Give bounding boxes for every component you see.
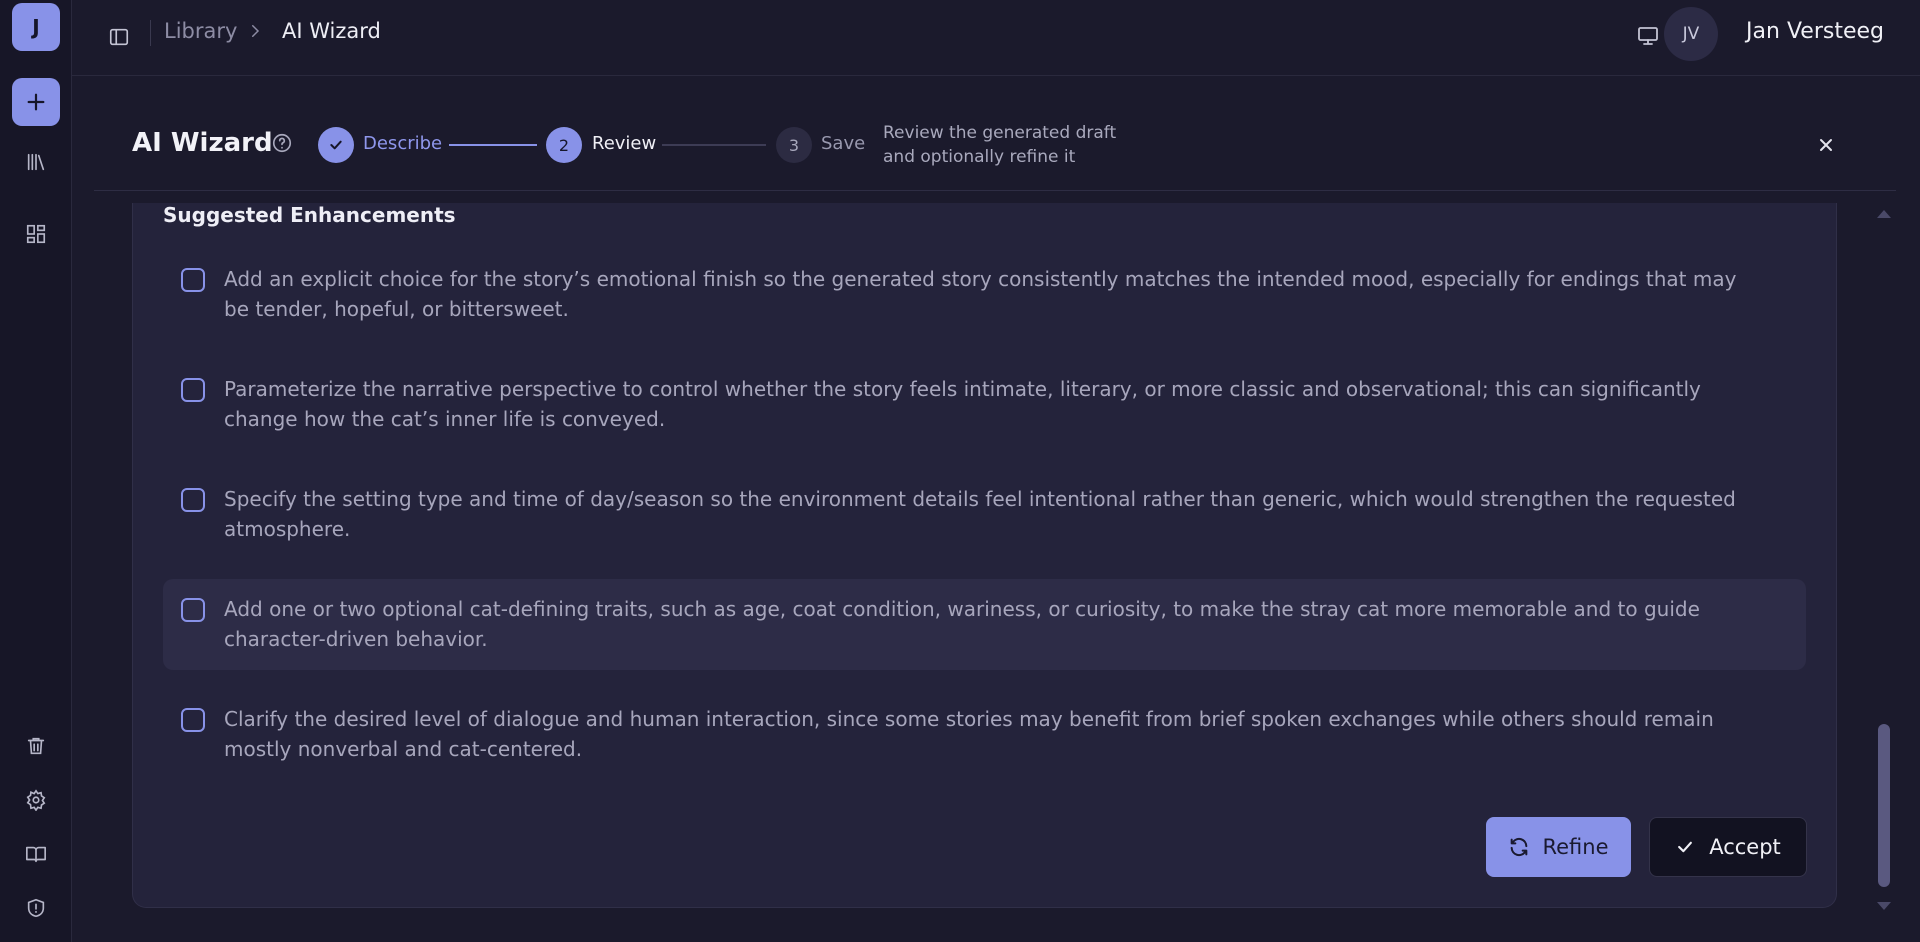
enhancement-checkbox[interactable]	[181, 598, 205, 622]
header-divider	[94, 190, 1896, 191]
step-review-indicator: 2	[546, 127, 582, 163]
scroll-down-arrow[interactable]	[1876, 900, 1892, 914]
enhancement-text: Specify the setting type and time of day…	[224, 487, 1736, 541]
wizard-title: AI Wizard	[132, 128, 273, 158]
display-mode-button[interactable]	[1630, 18, 1666, 54]
enhancement-text: Add an explicit choice for the story’s e…	[224, 267, 1737, 321]
section-title: Suggested Enhancements	[163, 203, 456, 227]
add-button[interactable]	[12, 78, 60, 126]
library-nav-button[interactable]	[18, 144, 54, 180]
gear-icon	[26, 789, 46, 811]
enhancement-text: Clarify the desired level of dialogue an…	[224, 707, 1714, 761]
wizard-header: AI Wizard Describe 2 Review 3 Save Revie…	[72, 76, 1920, 191]
trash-nav-button[interactable]	[18, 728, 54, 764]
enhancement-item[interactable]: Clarify the desired level of dialogue an…	[163, 694, 1806, 764]
refine-button-label: Refine	[1542, 835, 1609, 859]
refresh-icon	[1511, 837, 1528, 857]
close-icon	[1820, 139, 1832, 151]
book-icon	[26, 846, 46, 863]
refine-button[interactable]: Refine	[1486, 817, 1631, 877]
enhancement-text: Add one or two optional cat-defining tra…	[224, 597, 1700, 651]
enhancement-checkbox[interactable]	[181, 488, 205, 512]
enhancement-text: Parameterize the narrative perspective t…	[224, 377, 1701, 431]
check-icon	[330, 140, 342, 150]
step-description-line: and optionally refine it	[883, 147, 1076, 167]
user-avatar[interactable]: JV	[1664, 7, 1718, 61]
enhancement-item[interactable]: Add an explicit choice for the story’s e…	[163, 254, 1806, 324]
plus-icon	[27, 93, 45, 111]
enhancement-item[interactable]: Add one or two optional cat-defining tra…	[163, 579, 1806, 670]
settings-nav-button[interactable]	[18, 782, 54, 818]
accept-button-label: Accept	[1709, 835, 1781, 859]
docs-nav-button[interactable]	[18, 836, 54, 872]
accept-button[interactable]: Accept	[1649, 817, 1807, 877]
enhancements-card: Suggested Enhancements Add an explicit c…	[132, 203, 1837, 908]
breadcrumb-library[interactable]: Library	[164, 19, 237, 43]
step-connector	[449, 144, 537, 146]
enhancement-checkbox[interactable]	[181, 268, 205, 292]
enhancement-checkbox[interactable]	[181, 378, 205, 402]
step-describe-indicator[interactable]	[318, 127, 354, 163]
sidebar-toggle-button[interactable]	[102, 20, 136, 54]
breadcrumb-current: AI Wizard	[282, 19, 381, 43]
dashboard-icon	[26, 224, 46, 244]
step-describe-label[interactable]: Describe	[363, 133, 442, 154]
shield-icon	[27, 898, 45, 918]
left-rail: J	[0, 0, 72, 942]
enhancement-item[interactable]: Specify the setting type and time of day…	[163, 474, 1806, 544]
workspace-avatar[interactable]: J	[12, 3, 60, 51]
check-icon	[1678, 841, 1693, 853]
step-save-indicator: 3	[776, 127, 812, 163]
monitor-icon	[1638, 27, 1658, 45]
user-name[interactable]: Jan Versteeg	[1746, 19, 1884, 44]
enhancement-item[interactable]: Parameterize the narrative perspective t…	[163, 364, 1806, 434]
privacy-nav-button[interactable]	[18, 890, 54, 926]
help-icon[interactable]	[270, 131, 294, 155]
trash-icon	[27, 737, 45, 755]
scrollbar-thumb[interactable]	[1878, 724, 1890, 887]
sidebar-toggle-icon	[109, 28, 129, 46]
step-review-label: Review	[592, 133, 657, 154]
step-connector	[662, 144, 766, 146]
breadcrumb-divider	[150, 20, 151, 46]
dashboard-nav-button[interactable]	[18, 216, 54, 252]
library-icon	[27, 153, 45, 171]
close-button[interactable]	[1810, 129, 1842, 161]
enhancement-checkbox[interactable]	[181, 708, 205, 732]
chevron-right-icon	[246, 22, 264, 44]
top-bar: Library AI Wizard JV Jan Versteeg	[72, 0, 1920, 76]
step-description: Review the generated draft and optionall…	[883, 121, 1143, 169]
step-description-line: Review the generated draft	[883, 123, 1117, 143]
scroll-up-arrow[interactable]	[1876, 206, 1892, 220]
step-save-label: Save	[821, 133, 866, 154]
